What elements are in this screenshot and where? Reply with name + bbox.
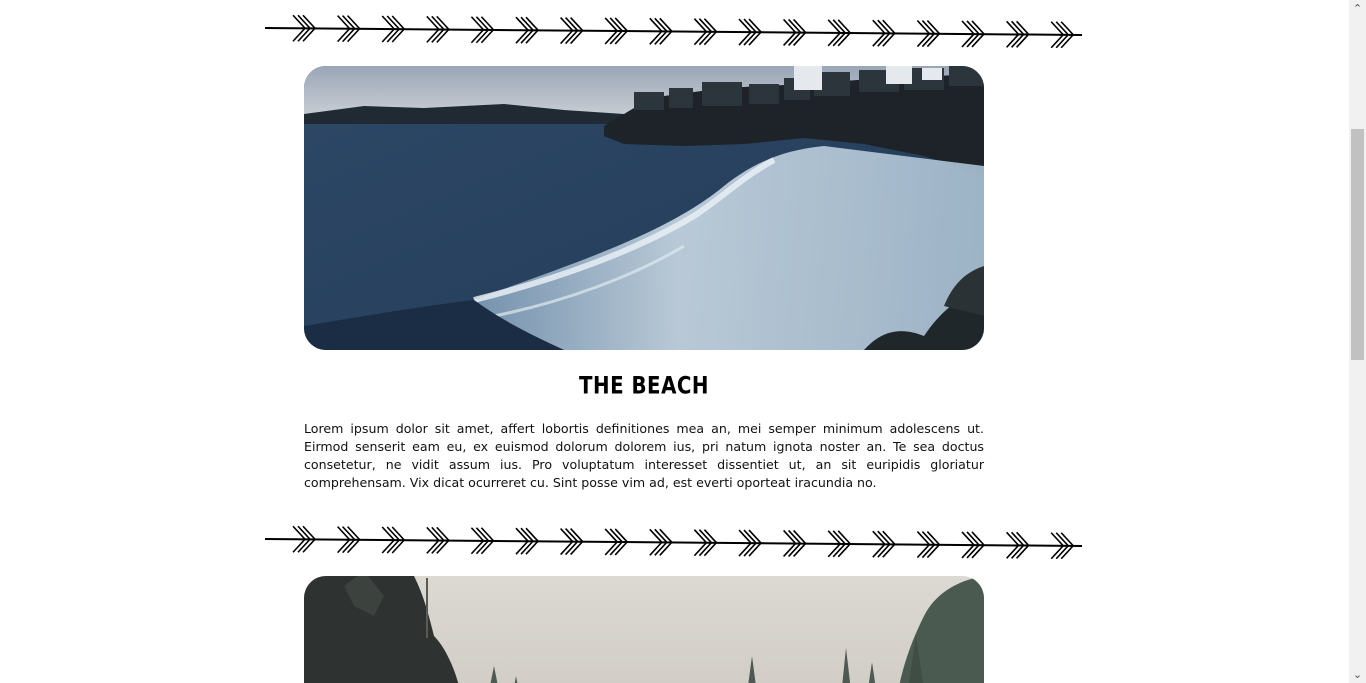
section-title: THE BEACH [579,373,709,400]
arrow-divider-icon [265,525,1082,559]
arrow-divider-top [265,12,1082,48]
section-body-text: Lorem ipsum dolor sit amet, affert lobor… [304,421,984,490]
vertical-scrollbar[interactable]: ⌃ ⌄ [1349,0,1366,683]
arrow-divider-middle [265,523,1082,559]
arrow-divider-icon [265,14,1082,48]
scrollbar-thumb[interactable] [1351,129,1364,360]
chevron-up-icon[interactable]: ⌃ [1349,0,1366,17]
chevron-down-icon[interactable]: ⌄ [1349,666,1366,683]
beach-photo [304,66,984,350]
forest-photo [304,576,984,683]
page-viewport: THE BEACH Lorem ipsum dolor sit amet, af… [0,0,1349,683]
